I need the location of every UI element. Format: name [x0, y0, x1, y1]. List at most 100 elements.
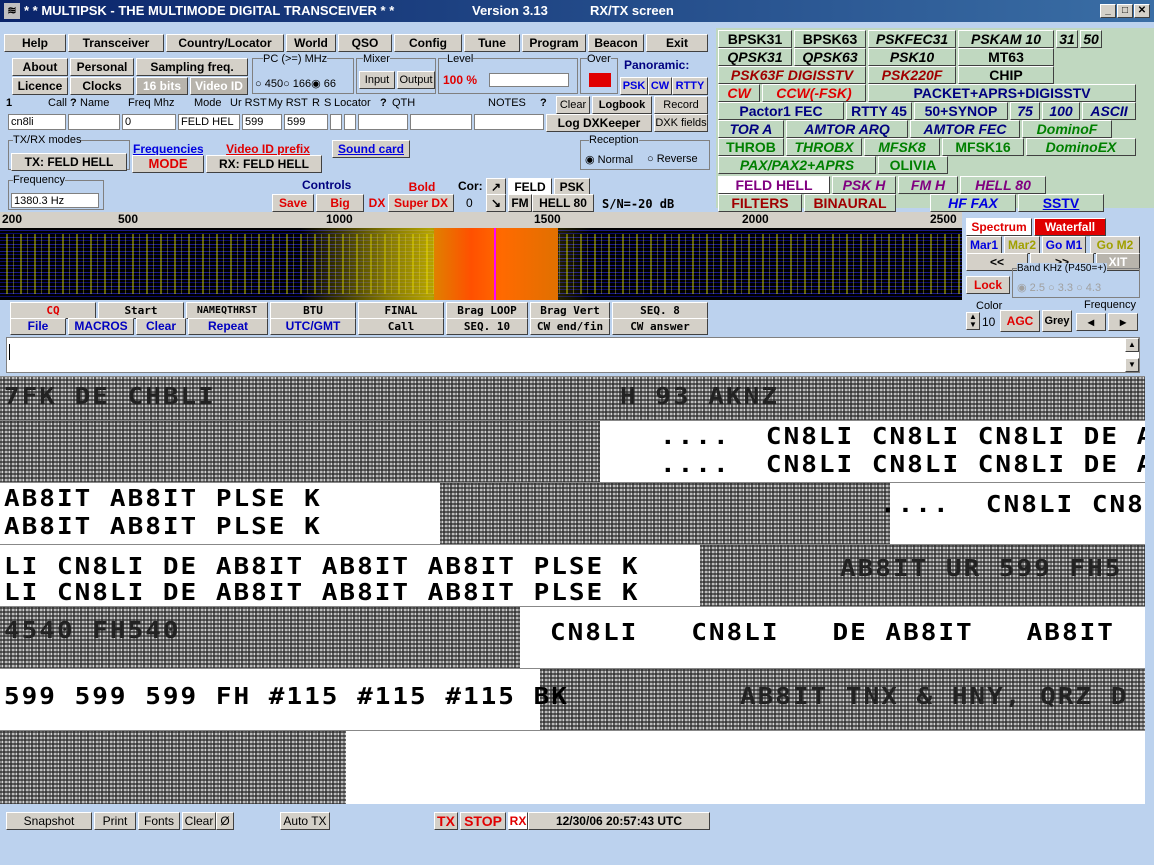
macro-cq[interactable]: CQ	[10, 302, 96, 319]
macro-brag-loop[interactable]: Brag LOOP	[446, 302, 528, 319]
clear-macro-button[interactable]: Clear	[136, 318, 186, 335]
logbook-button[interactable]: Logbook	[592, 96, 652, 114]
menu-world[interactable]: World	[286, 34, 336, 52]
call-input[interactable]: cn8li	[8, 114, 66, 130]
hell80-button[interactable]: HELL 80	[532, 194, 594, 212]
mode-psk-h[interactable]: PSK H	[832, 176, 896, 194]
freq-left-icon[interactable]: ◂	[1076, 313, 1106, 331]
mode-fm-h[interactable]: FM H	[898, 176, 958, 194]
menu-exit[interactable]: Exit	[646, 34, 708, 52]
mode-amtor-arq[interactable]: AMTOR ARQ	[786, 120, 908, 138]
clocks-button[interactable]: Clocks	[70, 77, 134, 95]
reception-normal-radio[interactable]: ◉ Normal	[585, 153, 633, 166]
macro-nameqthrst[interactable]: NAMEQTHRST	[186, 302, 268, 319]
mixer-output-button[interactable]: Output	[397, 71, 435, 89]
menu-tune[interactable]: Tune	[464, 34, 520, 52]
band-radios[interactable]: ◉ 2.5 ○ 3.3 ○ 4.3	[1017, 281, 1101, 294]
mode-rtty45[interactable]: RTTY 45	[846, 102, 912, 120]
menu-help[interactable]: Help	[4, 34, 66, 52]
file-button[interactable]: File	[10, 318, 66, 335]
macro-cw-answer[interactable]: CW answer	[612, 318, 708, 335]
menu-country-locator[interactable]: Country/Locator	[166, 34, 284, 52]
mar1-button[interactable]: Mar1	[966, 236, 1002, 254]
mixer-input-button[interactable]: Input	[359, 71, 395, 89]
mode-hf-fax[interactable]: HF FAX	[930, 194, 1016, 212]
auto-tx-button[interactable]: Auto TX	[280, 812, 330, 830]
dxk-fields-button[interactable]: DXK fields	[654, 114, 708, 132]
mode-rtty100[interactable]: 100	[1042, 102, 1080, 120]
mode-pskam31[interactable]: 31	[1056, 30, 1078, 48]
macros-button[interactable]: MACROS	[68, 318, 134, 335]
binaural-button[interactable]: BINAURAL	[804, 194, 896, 212]
mode-rtty50-synop[interactable]: 50+SYNOP	[914, 102, 1008, 120]
frequency-input[interactable]: 1380.3 Hz	[11, 193, 99, 208]
mode-input[interactable]: FELD HEL	[178, 114, 240, 130]
lock-button[interactable]: Lock	[966, 276, 1010, 294]
qth-input[interactable]	[410, 114, 472, 130]
spectrum-button[interactable]: Spectrum	[966, 218, 1032, 236]
mode-pskam10[interactable]: PSKAM 10	[958, 30, 1054, 48]
locator-input[interactable]	[358, 114, 408, 130]
gom2-button[interactable]: Go M2	[1090, 236, 1140, 254]
pc-radio-450[interactable]: ○ 450○ 166◉ 66	[255, 77, 336, 90]
minimize-icon[interactable]: _	[1100, 4, 1116, 18]
macro-cw-end[interactable]: CW end/fin	[530, 318, 610, 335]
mode-feld-hell[interactable]: FELD HELL	[718, 176, 830, 194]
fm-hell-button[interactable]: FM	[508, 194, 532, 212]
save-button[interactable]: Save	[272, 194, 314, 212]
mode-tor-a[interactable]: TOR A	[718, 120, 784, 138]
name-input[interactable]	[68, 114, 120, 130]
waterfall-display[interactable]	[0, 228, 962, 300]
log-clear-button[interactable]: Clear	[556, 96, 590, 114]
mode-psk63f-digisstv[interactable]: PSK63F DIGISSTV	[718, 66, 866, 84]
app-icon[interactable]: ≋	[4, 3, 20, 19]
macro-btu[interactable]: BTU	[270, 302, 356, 319]
mode-dominoex[interactable]: DominoEX	[1026, 138, 1136, 156]
record-button[interactable]: Record	[654, 96, 708, 114]
mode-psk10[interactable]: PSK10	[868, 48, 956, 66]
big-button[interactable]: Big	[316, 194, 364, 212]
menu-transceiver[interactable]: Transceiver	[68, 34, 164, 52]
mode-dominof[interactable]: DominoF	[1022, 120, 1112, 138]
menu-beacon[interactable]: Beacon	[588, 34, 644, 52]
cor-down-icon[interactable]: ↘	[486, 194, 506, 212]
mode-pax[interactable]: PAX/PAX2+APRS	[718, 156, 876, 174]
waterfall-cursor[interactable]	[494, 228, 496, 300]
sound-card-button[interactable]: Sound card	[332, 140, 410, 158]
menu-config[interactable]: Config	[394, 34, 462, 52]
mode-bpsk31[interactable]: BPSK31	[718, 30, 792, 48]
stop-button[interactable]: STOP	[460, 812, 506, 830]
print-button[interactable]: Print	[94, 812, 136, 830]
clear-rx-button[interactable]: Clear	[182, 812, 216, 830]
menu-qso[interactable]: QSO	[338, 34, 392, 52]
snapshot-button[interactable]: Snapshot	[6, 812, 92, 830]
mode-pskam50[interactable]: 50	[1080, 30, 1102, 48]
reception-reverse-radio[interactable]: ○ Reverse	[647, 153, 698, 165]
scroll-down-icon[interactable]: ▼	[1125, 358, 1139, 372]
macro-final[interactable]: FINAL	[358, 302, 444, 319]
scroll-up-icon[interactable]: ▲	[1125, 338, 1139, 352]
menu-program[interactable]: Program	[522, 34, 586, 52]
bits-button[interactable]: 16 bits	[136, 77, 188, 95]
fonts-button[interactable]: Fonts	[138, 812, 180, 830]
s-input[interactable]	[344, 114, 356, 130]
log-call-help[interactable]: ?	[70, 97, 77, 109]
utc-gmt-button[interactable]: UTC/GMT	[270, 318, 356, 335]
mode-chip[interactable]: CHIP	[958, 66, 1054, 84]
mode-bpsk63[interactable]: BPSK63	[794, 30, 866, 48]
macro-brag-vert[interactable]: Brag Vert	[530, 302, 610, 319]
level-slider[interactable]	[489, 73, 569, 87]
agc-button[interactable]: AGC	[1000, 310, 1040, 332]
mode-button[interactable]: MODE	[132, 155, 204, 173]
macro-call[interactable]: Call	[358, 318, 444, 335]
log-locator-help[interactable]: ?	[380, 97, 387, 109]
my-rst-input[interactable]: 599	[284, 114, 328, 130]
mode-psk220f[interactable]: PSK220F	[868, 66, 956, 84]
mode-ccw[interactable]: CCW(-FSK)	[762, 84, 866, 102]
ur-rst-input[interactable]: 599	[242, 114, 282, 130]
mode-hell80[interactable]: HELL 80	[960, 176, 1046, 194]
macro-seq8[interactable]: SEQ. 8	[612, 302, 708, 319]
repeat-button[interactable]: Repeat	[188, 318, 268, 335]
gom1-button[interactable]: Go M1	[1042, 236, 1086, 254]
tx-text-area[interactable]: ▲ ▼	[6, 337, 1140, 373]
